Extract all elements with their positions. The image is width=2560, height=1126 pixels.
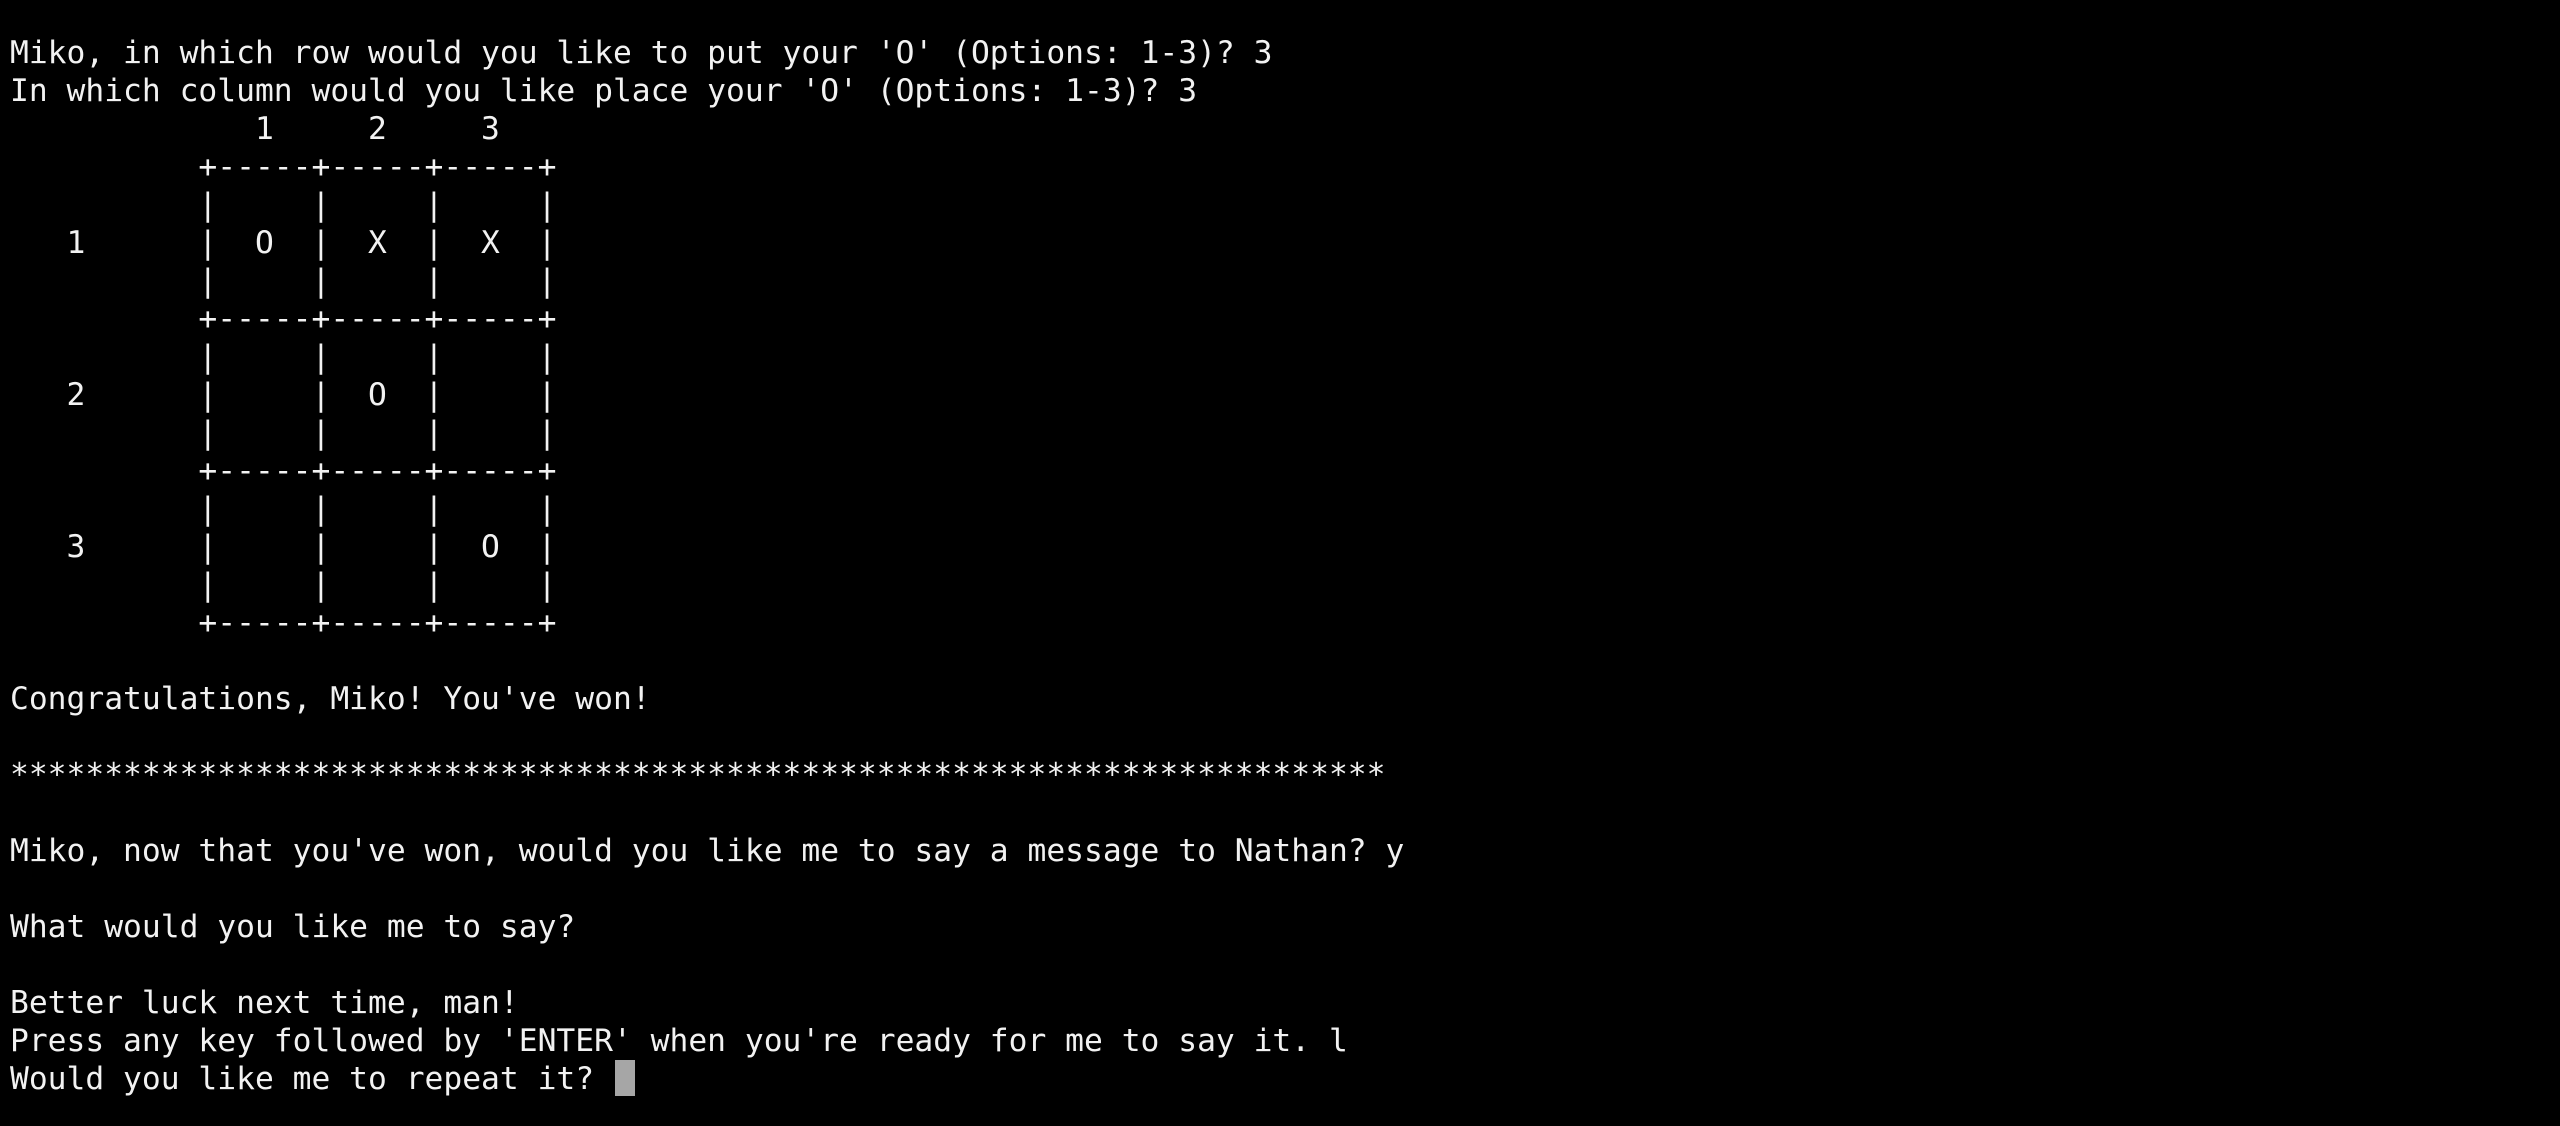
board-spacer: | | | | — [10, 339, 557, 375]
board-row-cells: | O | X | X | — [10, 225, 557, 261]
board-row-cells: | | O | | — [10, 377, 557, 413]
board-spacer: | | | | — [10, 567, 557, 603]
stars-divider: ****************************************… — [10, 757, 1386, 793]
row-prompt-line: Miko, in which row would you like to put… — [10, 35, 1273, 71]
text-cursor[interactable] — [614, 1060, 635, 1096]
board-spacer: | | | | — [10, 263, 557, 299]
board-spacer: | | | | — [10, 415, 557, 451]
board-spacer: | | | | — [10, 491, 557, 527]
board-border: +-----+-----+-----+ — [10, 149, 557, 185]
board-row-cells: | | | O | — [10, 529, 557, 565]
board-border: +-----+-----+-----+ — [10, 301, 557, 337]
column-prompt-line: In which column would you like place you… — [10, 73, 1198, 109]
board-row-1: 1 | O | X | X | — [10, 225, 557, 261]
board-row-2: 2 | | O | | — [10, 377, 557, 413]
board-border: +-----+-----+-----+ — [10, 453, 557, 489]
board-border: +-----+-----+-----+ — [10, 605, 557, 641]
board-row-3: 3 | | | O | — [10, 529, 557, 565]
message-text-line: Better luck next time, man! — [10, 985, 519, 1021]
message-prompt-line: Miko, now that you've won, would you lik… — [10, 833, 1405, 869]
tic-tac-toe-board: 1 2 3 +-----+-----+-----+ | | | | 1 | O … — [10, 110, 2550, 642]
repeat-prompt-line[interactable]: Would you like me to repeat it? — [10, 1060, 2550, 1098]
terminal-window[interactable]: Miko, in which row would you like to put… — [10, 34, 2550, 1114]
board-column-header: 1 2 3 — [10, 111, 500, 147]
say-prompt-line: What would you like me to say? — [10, 909, 576, 945]
repeat-prompt-text: Would you like me to repeat it? — [10, 1061, 613, 1097]
enter-prompt-line: Press any key followed by 'ENTER' when y… — [10, 1023, 1348, 1059]
board-spacer: | | | | — [10, 187, 557, 223]
congrats-message: Congratulations, Miko! You've won! — [10, 681, 651, 717]
